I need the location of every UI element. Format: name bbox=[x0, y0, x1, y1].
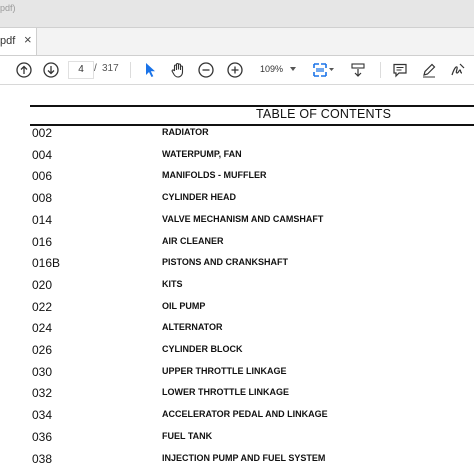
toolbar-divider bbox=[380, 62, 381, 78]
window-titlebar: pdf) bbox=[0, 0, 474, 28]
toc-entry-code: 036 bbox=[32, 429, 53, 444]
toc-entry-code: 038 bbox=[32, 451, 53, 466]
toc-entry-code: 020 bbox=[32, 277, 53, 292]
toc-entry-code: 016B bbox=[32, 256, 61, 271]
toc-entry-title: LOWER THROTTLE LINKAGE bbox=[162, 387, 289, 398]
pen-icon bbox=[423, 63, 436, 78]
total-pages: 317 bbox=[102, 63, 119, 74]
toc-entry-title: CYLINDER HEAD bbox=[162, 192, 237, 203]
toc-entry-code: 022 bbox=[32, 299, 53, 314]
toc-entry-code: 008 bbox=[32, 191, 53, 206]
toolbar-divider bbox=[130, 62, 131, 78]
toc-entry[interactable]: 024 ALTERNATOR bbox=[0, 321, 474, 341]
toc-entry[interactable]: 026 CYLINDER BLOCK bbox=[0, 343, 474, 363]
hand-tool-button[interactable] bbox=[168, 60, 188, 80]
select-tool-button[interactable] bbox=[140, 60, 160, 80]
toc-entry-title: UPPER THROTTLE LINKAGE bbox=[162, 365, 287, 376]
tab-label: pdf bbox=[0, 35, 16, 47]
toc-entry[interactable]: 006 MANIFOLDS - MUFFLER bbox=[0, 169, 474, 189]
hand-icon bbox=[171, 62, 184, 78]
comment-icon bbox=[393, 63, 407, 78]
fit-page-button[interactable] bbox=[310, 60, 336, 80]
comment-button[interactable] bbox=[390, 60, 410, 80]
zoom-out-icon bbox=[198, 62, 214, 78]
tab-document[interactable]: pdf × bbox=[0, 28, 37, 55]
toc-entry-title: CYLINDER BLOCK bbox=[162, 344, 243, 354]
toc-heading: TABLE OF CONTENTS bbox=[256, 107, 392, 121]
toc-entry-code: 026 bbox=[32, 343, 53, 357]
toc-entry-code: 006 bbox=[32, 169, 53, 184]
sign-button[interactable] bbox=[448, 60, 468, 80]
chevron-down-icon bbox=[290, 67, 296, 71]
toc-entry-code: 024 bbox=[32, 321, 53, 336]
toc-entry-code: 016 bbox=[32, 234, 53, 249]
toc-entry-title: VALVE MECHANISM AND CAMSHAFT bbox=[162, 213, 324, 224]
toc-entry-title: AIR CLEANER bbox=[162, 235, 224, 246]
toc-entry[interactable]: 014 VALVE MECHANISM AND CAMSHAFT bbox=[0, 213, 474, 233]
arrow-up-icon bbox=[16, 62, 32, 78]
window-title: pdf) bbox=[0, 3, 16, 13]
toc-entry-title: ACCELERATOR PEDAL AND LINKAGE bbox=[162, 409, 328, 420]
toc-entry[interactable]: 008 CYLINDER HEAD bbox=[0, 191, 474, 211]
toc-entry-title: RADIATOR bbox=[162, 127, 209, 137]
toc-entry[interactable]: 022 OIL PUMP bbox=[0, 300, 474, 320]
document-page: TABLE OF CONTENTS 002 RADIATOR 004 WATERPUM… bbox=[0, 85, 474, 474]
toc-entry-code: 014 bbox=[32, 212, 53, 227]
toc-entry-code: 030 bbox=[32, 364, 53, 379]
toc-entry-code: 034 bbox=[32, 408, 53, 423]
toc-entry[interactable]: 016 AIR CLEANER bbox=[0, 235, 474, 255]
toc-entry[interactable]: 004 WATERPUMP, FAN bbox=[0, 148, 474, 168]
toc-entry[interactable]: 002 RADIATOR bbox=[0, 126, 474, 146]
scroll-mode-button[interactable] bbox=[348, 60, 368, 80]
toc-entry-code: 032 bbox=[32, 386, 53, 401]
fit-page-icon bbox=[313, 63, 334, 77]
toc-entry-title: FUEL TANK bbox=[162, 430, 213, 441]
toc-entry-title: PISTONS AND CRANKSHAFT bbox=[162, 257, 289, 268]
toc-entry-title: WATERPUMP, FAN bbox=[162, 148, 242, 159]
toc-entry-title: OIL PUMP bbox=[162, 300, 206, 311]
arrow-down-icon bbox=[43, 62, 59, 78]
page-separator: / bbox=[94, 63, 97, 74]
toc-entry-title: KITS bbox=[162, 278, 183, 289]
toc-entry-title: INJECTION PUMP AND FUEL SYSTEM bbox=[162, 452, 326, 463]
tab-strip: pdf × bbox=[0, 28, 474, 56]
toc-entry-title: MANIFOLDS - MUFFLER bbox=[162, 170, 267, 181]
page-down-icon bbox=[351, 63, 365, 77]
zoom-out-button[interactable] bbox=[196, 60, 216, 80]
zoom-select[interactable]: 109% bbox=[254, 61, 302, 77]
toc-entry[interactable]: 032 LOWER THROTTLE LINKAGE bbox=[0, 386, 474, 406]
next-page-button[interactable] bbox=[41, 60, 61, 80]
toc-entry[interactable]: 016B PISTONS AND CRANKSHAFT bbox=[0, 256, 474, 276]
zoom-in-icon bbox=[227, 62, 243, 78]
toc-entry-title: ALTERNATOR bbox=[162, 322, 223, 333]
page-number-input[interactable]: 4 bbox=[68, 61, 94, 79]
pdf-toolbar: 4 / 317 109% bbox=[0, 56, 474, 85]
zoom-in-button[interactable] bbox=[225, 60, 245, 80]
previous-page-button[interactable] bbox=[14, 60, 34, 80]
toc-entry-code: 002 bbox=[32, 126, 53, 140]
toc-entry[interactable]: 020 KITS bbox=[0, 278, 474, 298]
heading-rule-top bbox=[30, 105, 474, 107]
close-icon[interactable]: × bbox=[24, 33, 32, 46]
toc-entry-code: 004 bbox=[32, 147, 53, 162]
toc-entry[interactable]: 034 ACCELERATOR PEDAL AND LINKAGE bbox=[0, 408, 474, 428]
toc-entry[interactable]: 038 INJECTION PUMP AND FUEL SYSTEM bbox=[0, 452, 474, 472]
zoom-value: 109% bbox=[260, 64, 284, 74]
draw-button[interactable] bbox=[419, 60, 439, 80]
cursor-arrow-icon bbox=[146, 63, 155, 77]
toc-entry[interactable]: 030 UPPER THROTTLE LINKAGE bbox=[0, 365, 474, 385]
signature-icon bbox=[451, 63, 465, 76]
toc-entry[interactable]: 036 FUEL TANK bbox=[0, 430, 474, 450]
